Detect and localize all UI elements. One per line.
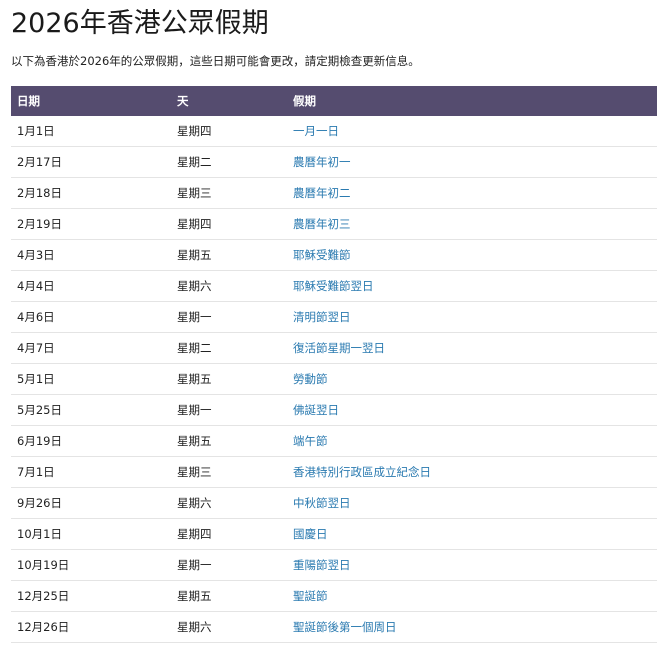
table-row: 12月25日 星期五 聖誕節	[11, 580, 657, 612]
holiday-table-body: 1月1日 星期四 一月一日 2月17日 星期二 農曆年初一 2月18日 星期三 農曆年初二 2月1…	[11, 116, 657, 643]
holiday-name-link[interactable]: 聖誕節後第一個周日	[287, 611, 657, 643]
page-subtitle: 以下為香港於2026年的公眾假期，這些日期可能會更改，請定期檢查更新信息。	[11, 54, 420, 68]
holiday-name-link[interactable]: 勞動節	[287, 363, 657, 395]
holiday-weekday: 星期二	[171, 332, 287, 364]
page: 2026年香港公眾假期 以下為香港於2026年的公眾假期，這些日期可能會更改，請…	[0, 0, 658, 650]
holiday-weekday: 星期五	[171, 363, 287, 395]
holiday-date: 1月1日	[11, 116, 171, 147]
holiday-weekday: 星期四	[171, 208, 287, 240]
holiday-name-link[interactable]: 端午節	[287, 425, 657, 457]
table-row: 12月26日 星期六 聖誕節後第一個周日	[11, 611, 657, 643]
holiday-name-link[interactable]: 香港特別行政區成立紀念日	[287, 456, 657, 488]
holiday-weekday: 星期三	[171, 177, 287, 209]
table-row: 4月3日 星期五 耶穌受難節	[11, 239, 657, 271]
table-row: 4月7日 星期二 復活節星期一翌日	[11, 332, 657, 364]
holiday-weekday: 星期六	[171, 611, 287, 643]
holiday-table-header: 日期 天 假期	[11, 86, 657, 116]
table-row: 4月4日 星期六 耶穌受難節翌日	[11, 270, 657, 302]
header-day: 天	[177, 94, 189, 108]
holiday-name-link[interactable]: 農曆年初一	[287, 146, 657, 178]
holiday-date: 5月25日	[11, 394, 171, 426]
holiday-date: 5月1日	[11, 363, 171, 395]
table-row: 10月19日 星期一 重陽節翌日	[11, 549, 657, 581]
holiday-name-link[interactable]: 農曆年初三	[287, 208, 657, 240]
holiday-name-link[interactable]: 國慶日	[287, 518, 657, 550]
table-row: 2月17日 星期二 農曆年初一	[11, 146, 657, 178]
header-row: 日期 天 假期	[11, 86, 657, 116]
holiday-weekday: 星期二	[171, 146, 287, 178]
holiday-date: 4月4日	[11, 270, 171, 302]
holiday-date: 9月26日	[11, 487, 171, 519]
holiday-weekday: 星期三	[171, 456, 287, 488]
holiday-weekday: 星期五	[171, 425, 287, 457]
table-row: 2月19日 星期四 農曆年初三	[11, 208, 657, 240]
table-row: 1月1日 星期四 一月一日	[11, 116, 657, 147]
holiday-date: 6月19日	[11, 425, 171, 457]
holiday-date: 12月26日	[11, 611, 171, 643]
page-title: 2026年香港公眾假期	[11, 8, 269, 39]
table-row: 2月18日 星期三 農曆年初二	[11, 177, 657, 209]
holiday-date: 10月19日	[11, 549, 171, 581]
holiday-weekday: 星期一	[171, 394, 287, 426]
holiday-date: 4月3日	[11, 239, 171, 271]
holiday-name-link[interactable]: 一月一日	[287, 116, 657, 147]
holiday-table: 日期 天 假期 1月1日 星期四 一月一日 2月17日 星期二 農曆年初一 2月18日 星期三…	[11, 86, 657, 643]
holiday-name-link[interactable]: 清明節翌日	[287, 301, 657, 333]
table-row: 9月26日 星期六 中秋節翌日	[11, 487, 657, 519]
holiday-name-link[interactable]: 重陽節翌日	[287, 549, 657, 581]
holiday-name-link[interactable]: 耶穌受難節	[287, 239, 657, 271]
holiday-name-link[interactable]: 佛誕翌日	[287, 394, 657, 426]
table-row: 7月1日 星期三 香港特別行政區成立紀念日	[11, 456, 657, 488]
holiday-name-link[interactable]: 中秋節翌日	[287, 487, 657, 519]
holiday-date: 4月6日	[11, 301, 171, 333]
holiday-name-link[interactable]: 聖誕節	[287, 580, 657, 612]
holiday-weekday: 星期四	[171, 518, 287, 550]
holiday-weekday: 星期六	[171, 487, 287, 519]
holiday-date: 4月7日	[11, 332, 171, 364]
holiday-date: 2月19日	[11, 208, 171, 240]
table-row: 4月6日 星期一 清明節翌日	[11, 301, 657, 333]
holiday-date: 2月18日	[11, 177, 171, 209]
holiday-weekday: 星期六	[171, 270, 287, 302]
holiday-weekday: 星期四	[171, 116, 287, 147]
holiday-weekday: 星期一	[171, 301, 287, 333]
holiday-weekday: 星期一	[171, 549, 287, 581]
holiday-date: 2月17日	[11, 146, 171, 178]
holiday-weekday: 星期五	[171, 580, 287, 612]
table-row: 5月1日 星期五 勞動節	[11, 363, 657, 395]
holiday-name-link[interactable]: 農曆年初二	[287, 177, 657, 209]
holiday-name-link[interactable]: 耶穌受難節翌日	[287, 270, 657, 302]
holiday-name-link[interactable]: 復活節星期一翌日	[287, 332, 657, 364]
header-date: 日期	[17, 94, 40, 108]
holiday-date: 7月1日	[11, 456, 171, 488]
holiday-date: 12月25日	[11, 580, 171, 612]
holiday-weekday: 星期五	[171, 239, 287, 271]
header-holiday: 假期	[293, 94, 316, 108]
holiday-date: 10月1日	[11, 518, 171, 550]
table-row: 6月19日 星期五 端午節	[11, 425, 657, 457]
table-row: 10月1日 星期四 國慶日	[11, 518, 657, 550]
table-row: 5月25日 星期一 佛誕翌日	[11, 394, 657, 426]
